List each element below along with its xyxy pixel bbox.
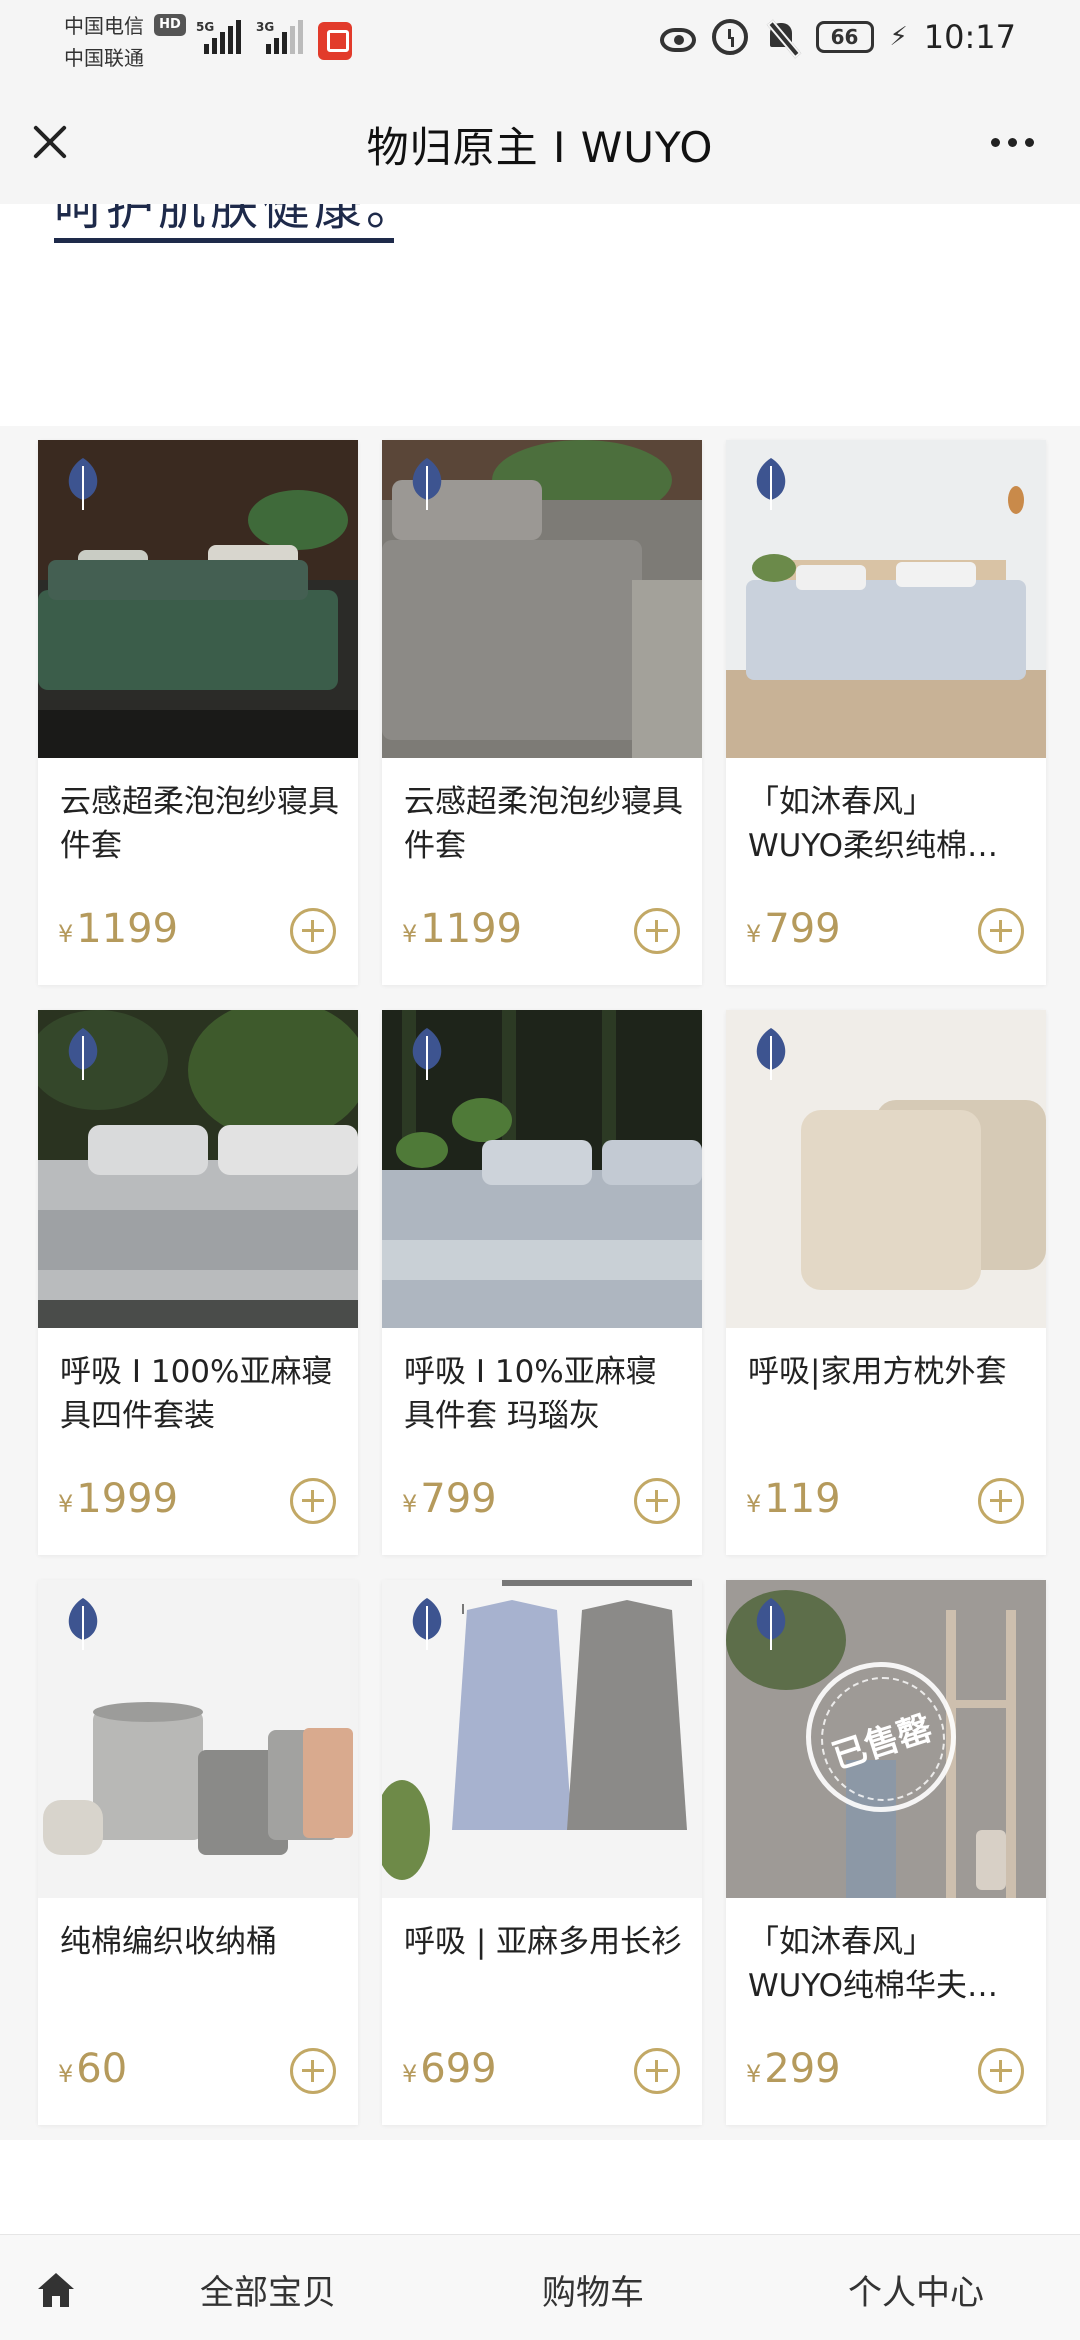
- product-name: 呼吸|家用方枕外套: [748, 1354, 1007, 1390]
- product-price: ¥1999: [58, 1476, 179, 1522]
- eye-icon: [659, 28, 696, 52]
- charging-icon: ⚡: [889, 22, 908, 52]
- notification-app-icon: [318, 22, 352, 60]
- mute-icon: [764, 19, 800, 55]
- carrier-1: 中国电信: [64, 14, 144, 38]
- product-image: 已售罄: [726, 1580, 1046, 1898]
- product-card[interactable]: 云感超柔泡泡纱寝具件套 ¥1199: [38, 440, 358, 985]
- product-price: ¥299: [746, 2046, 841, 2092]
- add-to-cart-icon[interactable]: [634, 2048, 680, 2094]
- product-card[interactable]: 呼吸|家用方枕外套 ¥119: [726, 1010, 1046, 1555]
- banner: 呵护肌肤健康。: [0, 204, 1080, 426]
- banner-text: 呵护肌肤健康。: [54, 204, 419, 236]
- banner-underline: [54, 238, 394, 243]
- alarm-icon: [711, 19, 748, 55]
- product-card[interactable]: 纯棉编织收纳桶 ¥60: [38, 1580, 358, 2125]
- product-card[interactable]: 已售罄 「如沐春风」WUYO纯棉华夫格盖毯 ¥299: [726, 1580, 1046, 2125]
- add-to-cart-icon[interactable]: [290, 908, 336, 954]
- signal-icon-2: [266, 18, 303, 54]
- product-image: [726, 440, 1046, 758]
- sold-out-label: 已售罄: [827, 1708, 937, 1778]
- product-card[interactable]: 呼吸 I 100%亚麻寝具四件套装 ¥1999: [38, 1010, 358, 1555]
- bottom-nav: 全部宝贝 购物车 个人中心: [0, 2234, 1080, 2340]
- leaf-icon: [68, 458, 98, 510]
- add-to-cart-icon[interactable]: [290, 1478, 336, 1524]
- leaf-icon: [756, 1028, 786, 1080]
- product-grid: 云感超柔泡泡纱寝具件套 ¥1199 云感超柔泡泡纱寝具件套 ¥1199 「如沐春…: [0, 426, 1080, 2140]
- nav-all-items[interactable]: 全部宝贝: [200, 2265, 336, 2314]
- product-name: 「如沐春风」WUYO柔织纯棉寝具件套: [748, 784, 998, 864]
- hd-badge: HD: [154, 14, 186, 36]
- leaf-icon: [68, 1028, 98, 1080]
- add-to-cart-icon[interactable]: [978, 908, 1024, 954]
- product-image: [726, 1010, 1046, 1328]
- product-price: ¥1199: [58, 906, 179, 952]
- add-to-cart-icon[interactable]: [978, 1478, 1024, 1524]
- product-card[interactable]: 「如沐春风」WUYO柔织纯棉寝具件套 ¥799: [726, 440, 1046, 985]
- product-name: 云感超柔泡泡纱寝具件套: [60, 784, 339, 864]
- leaf-icon: [756, 458, 786, 510]
- clock: 10:17: [923, 18, 1016, 56]
- product-card[interactable]: 呼吸 | 亚麻多用长衫 ¥699: [382, 1580, 702, 2125]
- page-title: 物归原主 I WUYO: [366, 123, 714, 172]
- leaf-icon: [412, 1028, 442, 1080]
- carrier-2: 中国联通: [64, 46, 144, 70]
- product-name: 呼吸 I 10%亚麻寝具件套 玛瑙灰: [404, 1354, 657, 1434]
- product-name: 呼吸 | 亚麻多用长衫: [404, 1924, 683, 1960]
- add-to-cart-icon[interactable]: [978, 2048, 1024, 2094]
- product-image: [382, 440, 702, 758]
- leaf-icon: [412, 1598, 442, 1650]
- add-to-cart-icon[interactable]: [634, 1478, 680, 1524]
- product-price: ¥799: [746, 906, 841, 952]
- home-icon[interactable]: [36, 2271, 76, 2309]
- product-price: ¥1199: [402, 906, 523, 952]
- signal-icon-1: [204, 18, 241, 54]
- product-image: [382, 1580, 702, 1898]
- product-price: ¥699: [402, 2046, 497, 2092]
- product-card[interactable]: 呼吸 I 10%亚麻寝具件套 玛瑙灰 ¥799: [382, 1010, 702, 1555]
- leaf-icon: [68, 1598, 98, 1650]
- product-image: [38, 1580, 358, 1898]
- product-price: ¥799: [402, 1476, 497, 1522]
- add-to-cart-icon[interactable]: [634, 908, 680, 954]
- product-price: ¥60: [58, 2046, 128, 2092]
- leaf-icon: [412, 458, 442, 510]
- product-name: 云感超柔泡泡纱寝具件套: [404, 784, 683, 864]
- product-price: ¥119: [746, 1476, 841, 1522]
- product-image: [38, 440, 358, 758]
- title-bar: 物归原主 I WUYO: [0, 80, 1080, 204]
- product-image: [382, 1010, 702, 1328]
- nav-profile[interactable]: 个人中心: [848, 2265, 984, 2314]
- status-bar: 中国电信 HD 中国联通 5G 3G 66 ⚡ 10:17: [0, 0, 1080, 80]
- product-name: 呼吸 I 100%亚麻寝具四件套装: [60, 1354, 333, 1434]
- product-name: 纯棉编织收纳桶: [60, 1924, 277, 1960]
- product-image: [38, 1010, 358, 1328]
- nav-cart[interactable]: 购物车: [542, 2265, 644, 2314]
- add-to-cart-icon[interactable]: [290, 2048, 336, 2094]
- battery-icon: 66: [815, 21, 874, 53]
- leaf-icon: [756, 1598, 786, 1650]
- sold-out-stamp: 已售罄: [806, 1662, 956, 1812]
- product-card[interactable]: 云感超柔泡泡纱寝具件套 ¥1199: [382, 440, 702, 985]
- product-name: 「如沐春风」WUYO纯棉华夫格盖毯: [748, 1924, 998, 2004]
- more-options-icon[interactable]: [991, 138, 1034, 147]
